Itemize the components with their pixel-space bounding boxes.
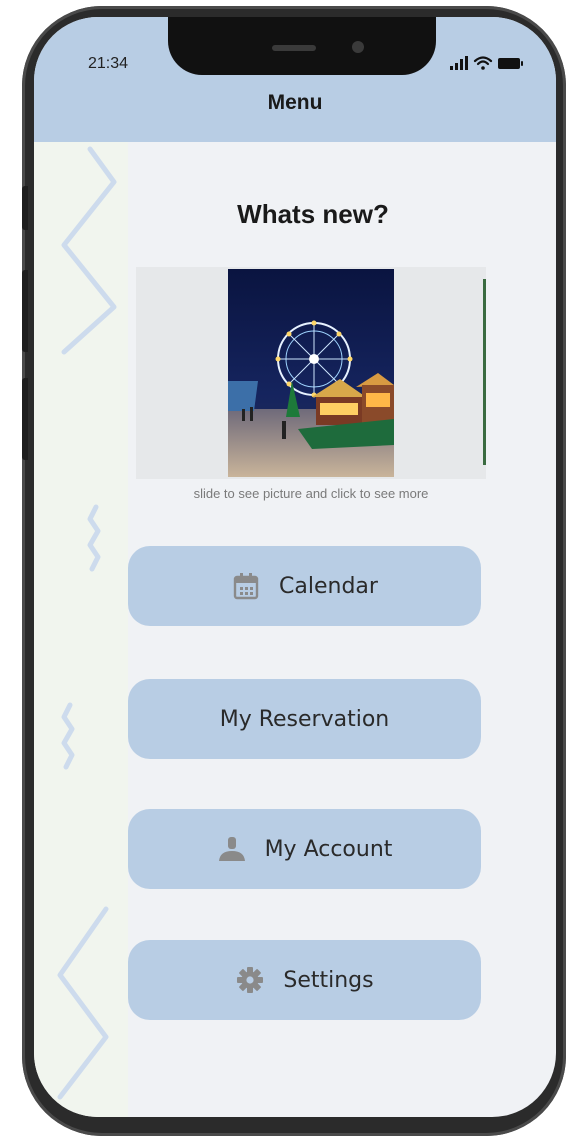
my-reservation-button-label: My Reservation — [219, 706, 390, 732]
battery-icon — [498, 58, 523, 69]
image-carousel[interactable] — [136, 267, 486, 479]
front-camera — [352, 41, 364, 53]
ferris-wheel-photo[interactable] — [228, 269, 394, 477]
whats-new-heading: Whats new? — [237, 199, 389, 229]
speaker — [272, 45, 316, 51]
notch — [168, 17, 436, 75]
side-button-volume-down — [22, 378, 28, 460]
my-account-button-label: My Account — [264, 836, 393, 862]
gear-icon — [235, 965, 265, 995]
wifi-icon — [473, 56, 493, 70]
side-button-mute — [22, 186, 28, 230]
settings-button[interactable]: Settings — [128, 940, 481, 1020]
phone-screen: 21:34 Menu Whats new? slide to see pictu… — [34, 17, 556, 1117]
my-account-button[interactable]: My Account — [128, 809, 481, 889]
signal-icon — [450, 56, 468, 70]
calendar-icon — [231, 571, 261, 601]
side-button-volume-up — [22, 270, 28, 352]
next-slide-edge — [483, 279, 486, 465]
settings-button-label: Settings — [283, 967, 374, 993]
calendar-button-label: Calendar — [279, 573, 378, 599]
my-reservation-button[interactable]: My Reservation — [128, 679, 481, 759]
user-icon — [217, 834, 247, 864]
calendar-button[interactable]: Calendar — [128, 546, 481, 626]
status-icons — [450, 53, 530, 73]
carousel-hint: slide to see picture and click to see mo… — [193, 486, 429, 501]
